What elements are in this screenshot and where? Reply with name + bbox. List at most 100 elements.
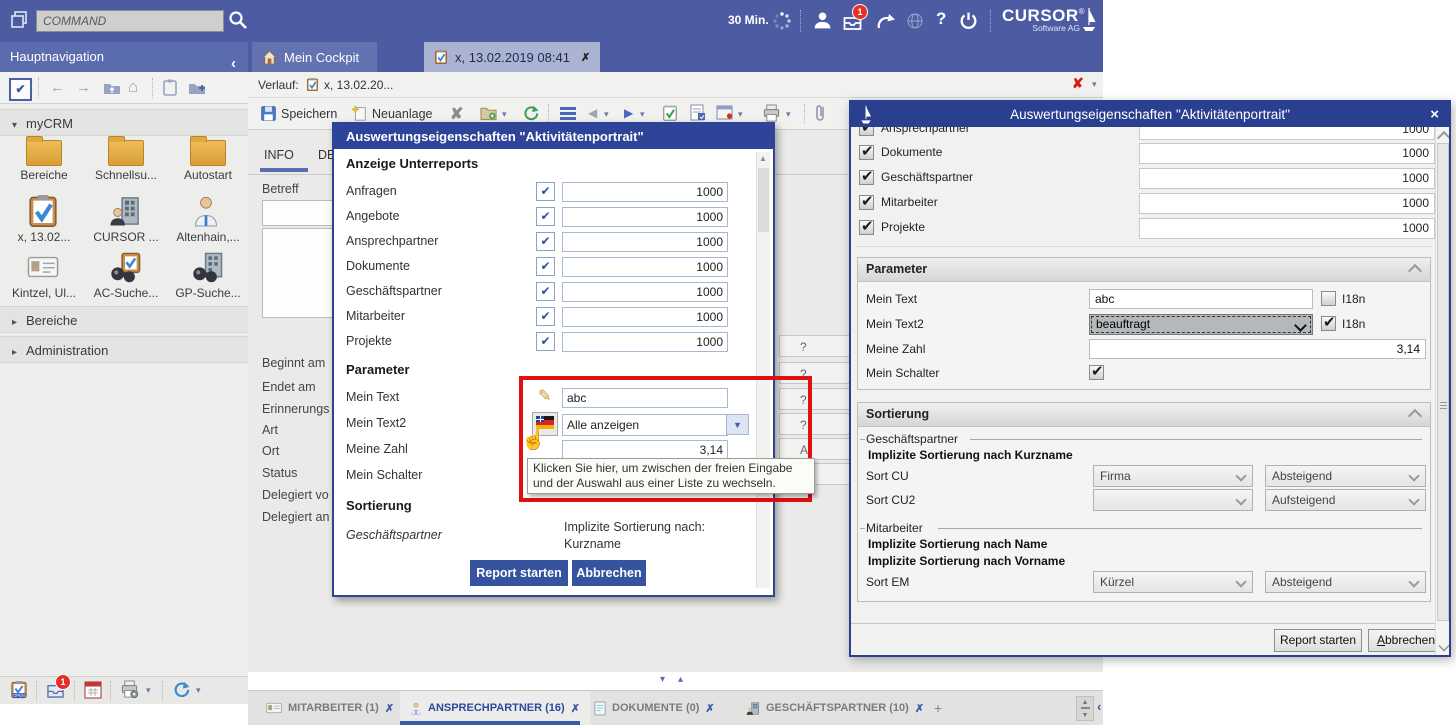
document-edit-icon[interactable]: [690, 104, 706, 122]
i18n-checkbox[interactable]: [1321, 291, 1336, 306]
sidebar-item-gp-suche[interactable]: GP-Suche...: [170, 252, 246, 300]
chevron-down-icon[interactable]: ▾: [196, 685, 201, 696]
clipboard-icon[interactable]: [163, 79, 177, 96]
sidebar-item-autostart[interactable]: Autostart: [170, 136, 246, 182]
chevron-down-icon[interactable]: ▾: [786, 109, 791, 120]
checkbox[interactable]: [536, 332, 555, 351]
chevron-down-icon[interactable]: ▾: [146, 685, 151, 696]
power-icon[interactable]: [958, 10, 979, 31]
window-scrollbar[interactable]: [1435, 127, 1449, 655]
tab-geschaeftspartner[interactable]: GESCHÄFTSPARTNER (10) ✗: [736, 691, 934, 725]
i18n-checkbox[interactable]: [1321, 316, 1336, 331]
collapse-panel-icon[interactable]: ▾: [660, 674, 665, 685]
cancel-button[interactable]: Abbrechen: [572, 560, 646, 586]
checkbox[interactable]: [536, 232, 555, 251]
globe-icon[interactable]: [905, 11, 925, 31]
text2-select[interactable]: beauftragt: [1089, 314, 1313, 335]
sidebar-section-mycrm[interactable]: ▾myCRM: [0, 109, 248, 136]
expand-panel-icon[interactable]: ▴: [678, 674, 683, 685]
search-icon[interactable]: [227, 9, 249, 31]
sidebar-item-schnellsuchen[interactable]: Schnellsu...: [88, 136, 164, 182]
tab-scroll-control[interactable]: ▲▼: [1076, 696, 1094, 721]
scrollbar-thumb[interactable]: [758, 168, 769, 232]
checkbox[interactable]: [859, 170, 874, 185]
limit-input[interactable]: 1000: [562, 257, 728, 277]
report-start-button[interactable]: Report starten: [1274, 629, 1362, 652]
tab-ansprechpartner[interactable]: ANSPRECHPARTNER (16) ✗: [400, 691, 590, 725]
back-icon[interactable]: ←: [50, 79, 65, 96]
dialog-scrollbar[interactable]: ▲: [756, 152, 770, 588]
cancel-button[interactable]: Abbrechen: [1368, 629, 1444, 652]
prev-icon[interactable]: ◀: [588, 106, 597, 120]
sidebar-item-kintzel[interactable]: Kintzel, Ul...: [6, 252, 82, 300]
refresh-icon[interactable]: [172, 681, 190, 698]
checkbox[interactable]: [536, 282, 555, 301]
checkbox[interactable]: [859, 195, 874, 210]
next-icon[interactable]: ▶: [624, 106, 633, 120]
help-icon[interactable]: ?: [936, 9, 946, 29]
collapse-group-icon[interactable]: [1408, 264, 1422, 278]
number-input[interactable]: 3,14: [1089, 339, 1426, 359]
chevron-down-icon[interactable]: ▾: [604, 109, 609, 120]
report-start-button[interactable]: Report starten: [470, 560, 568, 586]
sort-field-select[interactable]: [1093, 489, 1253, 511]
group-header[interactable]: Parameter: [858, 258, 1430, 282]
limit-input[interactable]: 1000: [1139, 193, 1435, 214]
scroll-down-icon[interactable]: [1438, 640, 1449, 651]
sidebar-item-bereiche[interactable]: Bereiche: [6, 136, 82, 182]
close-tab-icon[interactable]: ✗: [915, 702, 924, 715]
limit-input[interactable]: 1000: [562, 207, 728, 227]
sort-direction-select[interactable]: Absteigend: [1265, 465, 1426, 487]
limit-input[interactable]: 1000: [562, 307, 728, 327]
delete-icon[interactable]: ✘: [450, 104, 463, 124]
command-input[interactable]: COMMAND: [36, 10, 224, 32]
menu-icon[interactable]: [560, 107, 576, 120]
sort-direction-select[interactable]: Absteigend: [1265, 571, 1426, 593]
chevron-down-icon[interactable]: ▾: [502, 109, 507, 120]
checkbox[interactable]: [859, 220, 874, 235]
add-tab-button[interactable]: +: [934, 700, 942, 716]
chevron-down-icon[interactable]: ▾: [738, 109, 743, 120]
forward-icon[interactable]: →: [76, 79, 91, 96]
checkbox[interactable]: [536, 307, 555, 326]
limit-input[interactable]: 1000: [562, 332, 728, 352]
limit-input[interactable]: 1000: [1139, 218, 1435, 239]
scroll-up-icon[interactable]: ▲: [759, 154, 767, 163]
home-icon[interactable]: ⌂: [128, 77, 138, 97]
open-activity-icon[interactable]: OPEN: [10, 680, 28, 700]
text-input[interactable]: abc: [1089, 289, 1313, 309]
checkbox[interactable]: [859, 145, 874, 160]
verlauf-item[interactable]: x, 13.02.20...: [324, 78, 393, 92]
refresh-icon[interactable]: [522, 105, 539, 121]
checkbox[interactable]: [859, 127, 874, 136]
paperclip-icon[interactable]: [814, 104, 826, 122]
limit-input[interactable]: 1000: [1139, 143, 1435, 164]
scrollbar-thumb[interactable]: [1437, 143, 1449, 621]
tab-info[interactable]: INFO: [264, 148, 294, 162]
tab-activity-document[interactable]: x, 13.02.2019 08:41 ✗: [424, 42, 600, 72]
user-icon[interactable]: [812, 10, 833, 31]
sort-field-select[interactable]: Firma: [1093, 465, 1253, 487]
sidebar-item-altenhain[interactable]: Altenhain,...: [170, 194, 246, 244]
checkbox[interactable]: [536, 207, 555, 226]
sort-field-select[interactable]: Kürzel: [1093, 571, 1253, 593]
close-tab-icon[interactable]: ✗: [581, 51, 590, 64]
sidebar-item-cursor-company[interactable]: CURSOR ...: [88, 194, 164, 244]
field-helper-button[interactable]: ?: [779, 335, 857, 357]
limit-input[interactable]: 1000: [562, 282, 728, 302]
save-button[interactable]: Speichern: [281, 107, 337, 121]
limit-input[interactable]: 1000: [562, 182, 728, 202]
tab-mitarbeiter[interactable]: MITARBEITER (1) ✗: [256, 691, 404, 725]
close-window-icon[interactable]: ×: [1430, 102, 1439, 127]
windows-icon[interactable]: [9, 9, 31, 31]
inbox-icon[interactable]: 1: [46, 681, 65, 698]
checkbox-view-icon[interactable]: ✔: [9, 78, 32, 101]
calendar-icon[interactable]: [84, 680, 102, 699]
sidebar-item-ac-suche[interactable]: AC-Suche...: [88, 252, 164, 300]
sidebar-section-administration[interactable]: ▸Administration: [0, 336, 248, 363]
checkbox[interactable]: [536, 182, 555, 201]
redo-icon[interactable]: [876, 12, 896, 30]
limit-input[interactable]: 1000: [1139, 127, 1435, 140]
limit-input[interactable]: 1000: [1139, 168, 1435, 189]
window-titlebar[interactable]: Auswertungseigenschaften "Aktivitätenpor…: [851, 102, 1449, 127]
